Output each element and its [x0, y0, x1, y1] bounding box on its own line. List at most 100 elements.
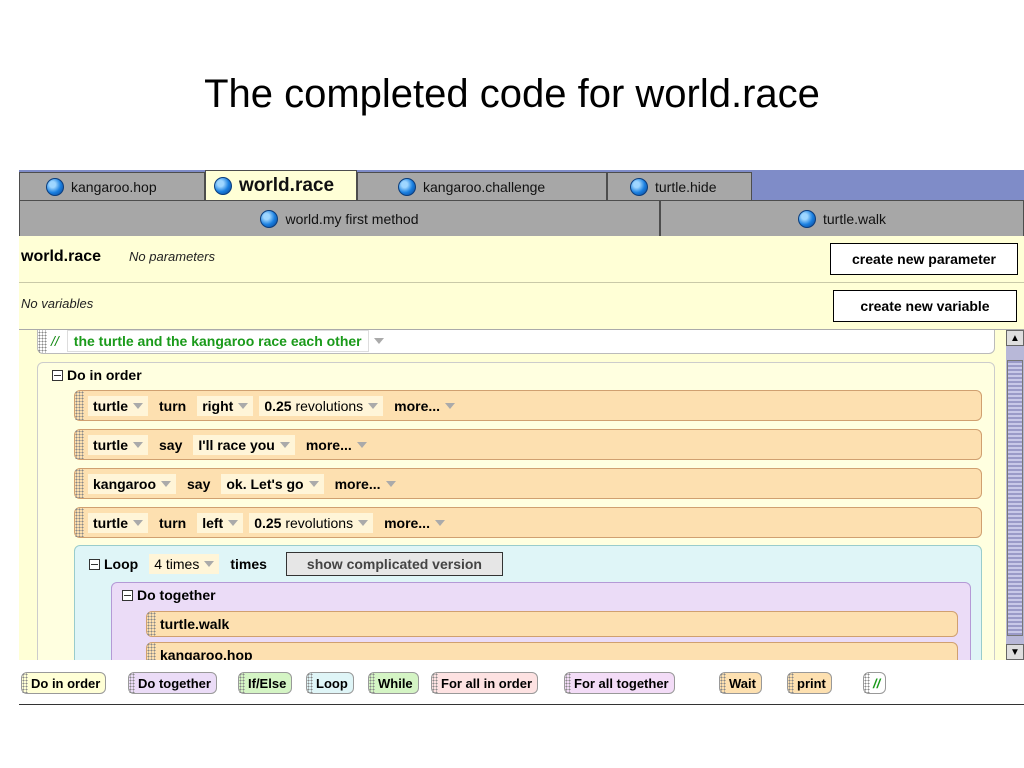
dropdown-arrow-icon	[368, 402, 379, 409]
dropdown-arrow-icon	[385, 480, 396, 487]
object-select[interactable]: turtle	[88, 512, 148, 533]
do-in-order-block[interactable]: Do in order turtle turn right 0.25 revol…	[37, 362, 995, 660]
tab-label: world.race	[239, 175, 335, 196]
palette-for-all-together[interactable]: For all together	[564, 672, 675, 694]
method-editor-window: kangaroo.hop world.race kangaroo.challen…	[19, 170, 1024, 705]
object-select[interactable]: turtle	[88, 434, 148, 455]
dropdown-arrow-icon	[133, 519, 143, 526]
create-new-parameter-button[interactable]: create new parameter	[830, 243, 1018, 275]
drag-handle	[369, 673, 375, 693]
slide-title: The completed code for world.race	[204, 72, 820, 116]
no-parameters-label: No parameters	[129, 249, 215, 264]
globe-icon	[260, 209, 279, 228]
call-label: turtle.walk	[160, 616, 230, 632]
loop-count-select[interactable]: 4 times	[149, 554, 220, 574]
drag-handle	[307, 673, 313, 693]
text-select[interactable]: ok. Let's go	[221, 473, 324, 494]
comment-block[interactable]: // the turtle and the kangaroo race each…	[37, 330, 995, 354]
palette-do-together[interactable]: Do together	[128, 672, 217, 694]
tab-kangaroo-challenge[interactable]: kangaroo.challenge	[357, 172, 607, 200]
tab-label: kangaroo.challenge	[423, 178, 546, 195]
drag-handle	[565, 673, 571, 693]
tab-turtle-walk[interactable]: turtle.walk	[660, 200, 1024, 236]
text-select[interactable]: I'll race you	[193, 434, 295, 455]
do-together-block[interactable]: Do together turtle.walk kangaroo.hop	[111, 582, 971, 660]
palette-comment[interactable]: //	[863, 672, 887, 694]
tab-world-race[interactable]: world.race	[205, 170, 357, 201]
method-name: world.race	[21, 248, 102, 265]
do-in-order-label: Do in order	[67, 367, 142, 383]
scroll-down-icon[interactable]: ▼	[1006, 644, 1024, 660]
dropdown-arrow-icon	[308, 480, 319, 487]
drag-handle[interactable]	[147, 612, 156, 636]
globe-icon	[46, 177, 64, 196]
statement-turtle-turn-left[interactable]: turtle turn left 0.25 revolutions more..…	[74, 507, 982, 538]
call-turtle-walk[interactable]: turtle.walk	[146, 611, 958, 637]
statement-turtle-say[interactable]: turtle say I'll race you more...	[74, 429, 982, 460]
drag-handle[interactable]	[75, 508, 84, 537]
method-header: world.race No parameters create new para…	[19, 236, 1024, 283]
drag-handle[interactable]	[147, 643, 156, 660]
do-together-label: Do together	[137, 587, 216, 603]
loop-label: Loop	[104, 556, 139, 572]
method-name: say	[187, 475, 211, 492]
control-palette: Do in order Do together If/Else Loop Whi…	[19, 660, 1024, 705]
palette-print[interactable]: print	[787, 672, 832, 694]
do-together-header: Do together	[122, 587, 216, 603]
collapse-icon[interactable]	[122, 589, 133, 601]
direction-select[interactable]: right	[197, 395, 254, 416]
loop-block[interactable]: Loop 4 times times show complicated vers…	[74, 545, 982, 660]
drag-handle[interactable]	[75, 430, 84, 459]
more-select[interactable]: more...	[389, 396, 460, 416]
drag-handle[interactable]	[38, 330, 47, 353]
amount-select[interactable]: 0.25 revolutions	[249, 512, 374, 533]
palette-while[interactable]: While	[368, 672, 419, 694]
tab-label: world.my first method	[285, 210, 419, 227]
tab-world-my-first-method[interactable]: world.my first method	[19, 200, 660, 236]
drag-handle[interactable]	[75, 469, 84, 498]
object-select[interactable]: kangaroo	[88, 473, 177, 494]
statement-turtle-turn-right[interactable]: turtle turn right 0.25 revolutions more.…	[74, 390, 982, 421]
dropdown-arrow-icon	[161, 480, 172, 487]
dropdown-arrow-icon[interactable]	[373, 337, 384, 344]
drag-handle	[720, 673, 726, 693]
dropdown-arrow-icon	[204, 561, 215, 567]
more-select[interactable]: more...	[330, 474, 401, 494]
globe-icon	[630, 177, 648, 196]
collapse-icon[interactable]	[89, 558, 100, 570]
globe-icon	[797, 209, 816, 228]
drag-handle[interactable]	[75, 391, 84, 420]
palette-if-else[interactable]: If/Else	[238, 672, 293, 694]
dropdown-arrow-icon	[133, 441, 143, 448]
more-select[interactable]: more...	[301, 435, 372, 455]
more-select[interactable]: more...	[379, 513, 450, 533]
create-new-variable-button[interactable]: create new variable	[833, 290, 1017, 322]
vertical-scrollbar[interactable]: ▲ ▼	[1006, 330, 1024, 660]
drag-handle	[239, 673, 245, 693]
method-name: turn	[159, 397, 187, 414]
tab-turtle-hide[interactable]: turtle.hide	[607, 172, 752, 200]
comment-text[interactable]: the turtle and the kangaroo race each ot…	[66, 330, 369, 352]
tab-label: turtle.walk	[822, 210, 887, 227]
times-label: times	[230, 556, 267, 572]
call-kangaroo-hop[interactable]: kangaroo.hop	[146, 642, 958, 660]
tab-kangaroo-hop[interactable]: kangaroo.hop	[19, 172, 205, 200]
palette-wait[interactable]: Wait	[719, 672, 762, 694]
palette-loop[interactable]: Loop	[306, 672, 354, 694]
direction-select[interactable]: left	[197, 512, 244, 533]
show-complicated-version-button[interactable]: show complicated version	[285, 552, 503, 576]
drag-handle	[788, 673, 794, 693]
scroll-up-icon[interactable]: ▲	[1006, 330, 1024, 346]
object-select[interactable]: turtle	[88, 395, 148, 416]
collapse-icon[interactable]	[52, 369, 63, 381]
dropdown-arrow-icon	[434, 519, 445, 526]
code-editor: // the turtle and the kangaroo race each…	[19, 330, 1006, 660]
statement-kangaroo-say[interactable]: kangaroo say ok. Let's go more...	[74, 468, 982, 499]
loop-header: Loop 4 times times show complicated vers…	[89, 552, 503, 576]
amount-select[interactable]: 0.25 revolutions	[259, 395, 384, 416]
scrollbar-thumb[interactable]	[1007, 360, 1023, 636]
palette-do-in-order[interactable]: Do in order	[21, 672, 107, 694]
method-name: say	[159, 436, 183, 453]
palette-for-all-in-order[interactable]: For all in order	[431, 672, 539, 694]
no-variables-label: No variables	[21, 296, 94, 311]
